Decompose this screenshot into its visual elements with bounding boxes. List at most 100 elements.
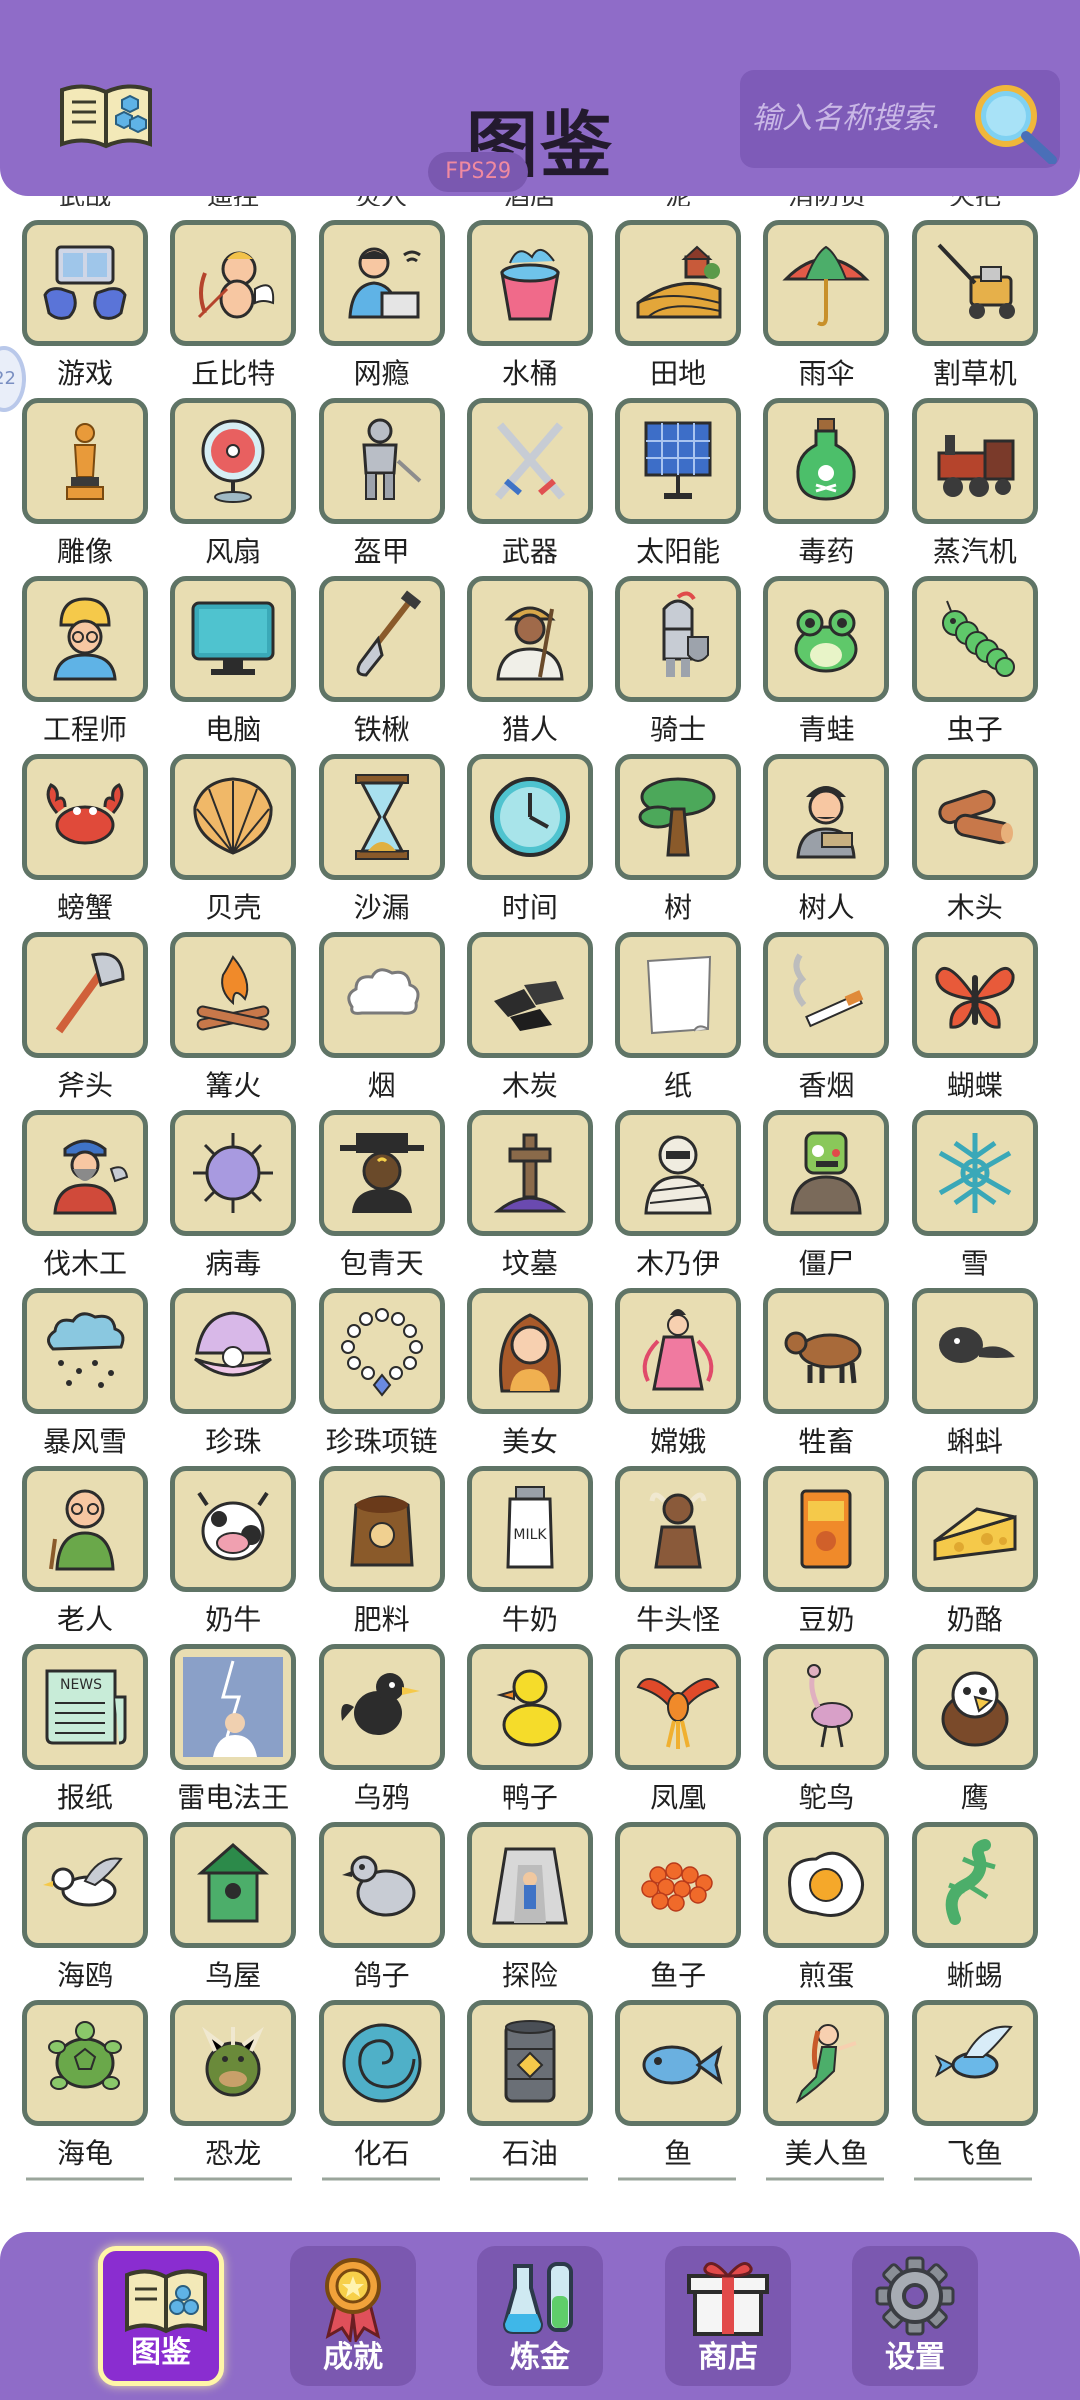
item-icon-box[interactable] (318, 1822, 445, 1948)
item-tile[interactable]: 鱼子 (615, 1822, 742, 2000)
item-icon-box[interactable] (763, 1466, 890, 1592)
item-tile[interactable]: 牲畜 (763, 1288, 890, 1466)
item-tile[interactable]: 骑士 (615, 576, 742, 754)
item-icon-box[interactable] (318, 2000, 445, 2126)
item-icon-box[interactable]: NEWS (22, 1644, 148, 1770)
item-tile[interactable]: 鸵鸟 (763, 1644, 890, 1822)
item-tile[interactable]: 树 (615, 754, 742, 932)
item-icon-box[interactable] (911, 220, 1038, 346)
item-icon-box[interactable] (911, 576, 1038, 702)
item-icon-box[interactable] (318, 1288, 445, 1414)
item-tile[interactable]: 病毒 (170, 1110, 297, 1288)
item-tile[interactable]: 鹰 (911, 1644, 1038, 1822)
item-icon-box[interactable] (318, 398, 445, 524)
item-icon-box[interactable] (22, 1822, 148, 1948)
search-input[interactable] (752, 90, 984, 146)
item-tile[interactable]: NEWS 报纸 (22, 1644, 148, 1822)
item-icon-box[interactable] (170, 932, 297, 1058)
item-tile[interactable]: 珍珠 (170, 1288, 297, 1466)
item-tile[interactable]: 风扇 (170, 398, 297, 576)
item-tile[interactable]: 煎蛋 (763, 1822, 890, 2000)
item-icon-box[interactable] (318, 932, 445, 1058)
item-tile[interactable]: 蝴蝶 (911, 932, 1038, 1110)
item-icon-box[interactable] (466, 576, 593, 702)
item-icon-box[interactable] (466, 1644, 593, 1770)
item-icon-box[interactable] (22, 2000, 148, 2126)
item-tile[interactable]: 豆奶 (763, 1466, 890, 1644)
item-tile[interactable]: 老人 (22, 1466, 148, 1644)
item-icon-box[interactable] (911, 754, 1038, 880)
item-icon-box[interactable] (466, 1288, 593, 1414)
item-tile[interactable]: 割草机 (911, 220, 1038, 398)
item-icon-box[interactable] (170, 1110, 297, 1236)
item-icon-box[interactable] (170, 1644, 297, 1770)
nav-tab-encyclopedia[interactable]: 图鉴 (98, 2246, 224, 2386)
item-icon-box[interactable] (170, 398, 297, 524)
item-tile[interactable]: 暴风雪 (22, 1288, 148, 1466)
item-icon-box[interactable] (615, 398, 742, 524)
item-tile[interactable]: 乌鸦 (318, 1644, 445, 1822)
nav-tab-alchemy[interactable]: 炼金 (477, 2246, 603, 2386)
item-tile[interactable]: 僵尸 (763, 1110, 890, 1288)
item-icon-box[interactable] (763, 2000, 890, 2126)
item-icon-box[interactable] (763, 220, 890, 346)
item-icon-box[interactable] (615, 1110, 742, 1236)
item-tile[interactable]: 虫子 (911, 576, 1038, 754)
item-icon-box[interactable] (911, 398, 1038, 524)
item-tile[interactable]: 木炭 (466, 932, 593, 1110)
item-tile[interactable]: 探险 (466, 1822, 593, 2000)
item-icon-box[interactable] (615, 1466, 742, 1592)
item-tile[interactable]: 凤凰 (615, 1644, 742, 1822)
nav-tab-shop[interactable]: 商店 (665, 2246, 791, 2386)
item-icon-box[interactable] (763, 754, 890, 880)
item-icon-box[interactable] (615, 1644, 742, 1770)
nav-tab-settings[interactable]: 设置 (852, 2246, 978, 2386)
item-icon-box[interactable] (22, 1110, 148, 1236)
item-icon-box[interactable] (466, 220, 593, 346)
item-icon-box[interactable] (911, 932, 1038, 1058)
item-icon-box[interactable] (466, 2000, 593, 2126)
item-icon-box[interactable] (615, 2000, 742, 2126)
item-tile[interactable]: 飞鱼 (911, 2000, 1038, 2178)
item-icon-box[interactable] (170, 576, 297, 702)
item-tile[interactable]: 鸭子 (466, 1644, 593, 1822)
item-tile[interactable]: 游戏 (22, 220, 148, 398)
item-tile[interactable]: 奶牛 (170, 1466, 297, 1644)
item-tile[interactable]: 沙漏 (318, 754, 445, 932)
item-icon-box[interactable] (763, 1822, 890, 1948)
item-tile[interactable]: 烟 (318, 932, 445, 1110)
item-tile[interactable]: 贝壳 (170, 754, 297, 932)
item-tile[interactable]: 木乃伊 (615, 1110, 742, 1288)
item-icon-box[interactable] (911, 1288, 1038, 1414)
item-tile[interactable]: 化石 (318, 2000, 445, 2178)
item-tile[interactable]: 伐木工 (22, 1110, 148, 1288)
item-icon-box[interactable] (170, 1466, 297, 1592)
item-icon-box[interactable] (170, 2000, 297, 2126)
item-tile[interactable]: 雷电法王 (170, 1644, 297, 1822)
item-tile[interactable]: 蝌蚪 (911, 1288, 1038, 1466)
item-tile[interactable]: 香烟 (763, 932, 890, 1110)
item-tile[interactable]: 蒸汽机 (911, 398, 1038, 576)
item-icon-box[interactable] (170, 220, 297, 346)
item-tile[interactable]: 田地 (615, 220, 742, 398)
item-icon-box[interactable] (170, 754, 297, 880)
item-icon-box[interactable] (318, 1110, 445, 1236)
item-tile[interactable]: 网瘾 (318, 220, 445, 398)
item-icon-box[interactable] (615, 932, 742, 1058)
item-tile[interactable]: 雕像 (22, 398, 148, 576)
item-tile[interactable]: 工程师 (22, 576, 148, 754)
item-tile[interactable]: 青蛙 (763, 576, 890, 754)
item-tile[interactable]: 鸟屋 (170, 1822, 297, 2000)
item-icon-box[interactable] (466, 1822, 593, 1948)
item-tile[interactable]: 鸽子 (318, 1822, 445, 2000)
item-tile[interactable]: 鱼 (615, 2000, 742, 2178)
item-tile[interactable]: 树人 (763, 754, 890, 932)
item-tile[interactable]: 石油 (466, 2000, 593, 2178)
item-tile[interactable]: 美人鱼 (763, 2000, 890, 2178)
item-icon-box[interactable] (911, 2000, 1038, 2126)
item-icon-box[interactable] (22, 576, 148, 702)
item-tile[interactable]: MILK 牛奶 (466, 1466, 593, 1644)
item-tile[interactable]: 雨伞 (763, 220, 890, 398)
item-icon-box[interactable] (763, 1288, 890, 1414)
item-tile[interactable]: 斧头 (22, 932, 148, 1110)
